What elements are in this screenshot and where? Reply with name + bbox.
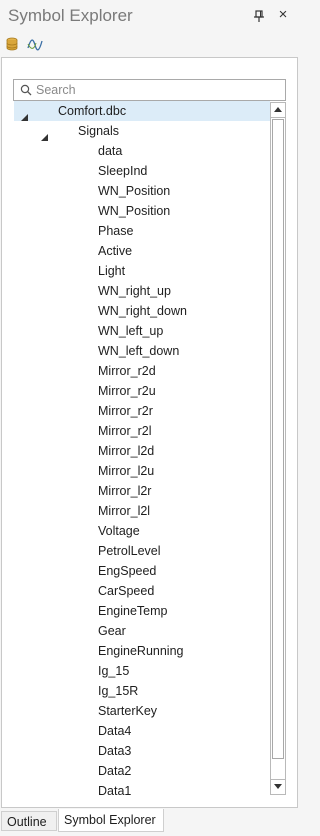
signal-label: Ig_15R — [98, 684, 139, 698]
signal-label: Ig_15 — [98, 664, 130, 678]
tree-node-signal[interactable]: EngSpeed — [14, 561, 270, 581]
tree-node-signal[interactable]: Mirror_r2l — [14, 421, 270, 441]
tree-node-signal[interactable]: WN_Position — [14, 201, 270, 221]
signal-label: WN_left_up — [98, 324, 164, 338]
signal-label: Phase — [98, 224, 134, 238]
signal-label: Mirror_l2d — [98, 444, 155, 458]
tree-node-signal[interactable]: Mirror_r2d — [14, 361, 270, 381]
signal-label: WN_Position — [98, 184, 171, 198]
tree-node-signal[interactable]: WN_Position — [14, 181, 270, 201]
tree-node-root[interactable]: Comfort.dbc — [14, 101, 270, 121]
signal-label: Mirror_r2r — [98, 404, 153, 418]
search-icon — [20, 84, 32, 96]
signal-label: Data3 — [98, 744, 132, 758]
bottom-tab-bar: Outline Symbol Explorer — [0, 809, 300, 836]
tree-node-signal[interactable]: WN_left_up — [14, 321, 270, 341]
signal-label: EngineRunning — [98, 644, 184, 658]
tree-node-signals[interactable]: Signals — [14, 121, 270, 141]
tree-node-signal[interactable]: Phase — [14, 221, 270, 241]
signal-label: EngineTemp — [98, 604, 168, 618]
scroll-down-icon[interactable] — [271, 779, 285, 794]
search-box[interactable] — [13, 79, 286, 101]
tree-node-label: Signals — [78, 124, 119, 138]
signal-label: PetrolLevel — [98, 544, 161, 558]
search-input[interactable] — [36, 81, 281, 99]
signal-label: Gear — [98, 624, 126, 638]
tree-node-signal[interactable]: Data1 — [14, 781, 270, 796]
tree-node-signal[interactable]: Ig_15R — [14, 681, 270, 701]
tree-node-signal[interactable]: Voltage — [14, 521, 270, 541]
tree-node-signal[interactable]: WN_left_down — [14, 341, 270, 361]
signal-label: Data4 — [98, 724, 132, 738]
tree-node-signal[interactable]: CarSpeed — [14, 581, 270, 601]
tree-node-signal[interactable]: WN_right_up — [14, 281, 270, 301]
signal-label: Mirror_l2r — [98, 484, 152, 498]
tree-node-signal[interactable]: Light — [14, 261, 270, 281]
signal-label: Data1 — [98, 784, 132, 796]
tree-node-signal[interactable]: Mirror_l2d — [14, 441, 270, 461]
signal-label: Mirror_r2l — [98, 424, 152, 438]
signal-label: StarterKey — [98, 704, 158, 718]
toolbar — [0, 33, 300, 57]
signal-label: CarSpeed — [98, 584, 155, 598]
tree-node-signal[interactable]: Mirror_r2u — [14, 381, 270, 401]
tree-node-signal[interactable]: Mirror_r2r — [14, 401, 270, 421]
signal-label: data — [98, 144, 123, 158]
symbol-tree: Comfort.dbc Signals data SleepInd WN_Posit… — [14, 101, 270, 796]
tree-node-signal[interactable]: Ig_15 — [14, 661, 270, 681]
tree-node-signal[interactable]: Data4 — [14, 721, 270, 741]
tree-node-label: Comfort.dbc — [58, 104, 127, 118]
tree-node-signal[interactable]: PetrolLevel — [14, 541, 270, 561]
tree-node-signal[interactable]: Mirror_l2l — [14, 501, 270, 521]
tree-node-signal[interactable]: EngineRunning — [14, 641, 270, 661]
tree-node-signal[interactable]: StarterKey — [14, 701, 270, 721]
signal-label: Mirror_r2u — [98, 384, 156, 398]
tab-outline[interactable]: Outline — [1, 811, 57, 831]
signal-label: WN_right_up — [98, 284, 171, 298]
signal-label: Mirror_l2u — [98, 464, 155, 478]
signal-label: WN_right_down — [98, 304, 187, 318]
tree-node-signal[interactable]: WN_right_down — [14, 301, 270, 321]
tree-node-signal[interactable]: Mirror_l2u — [14, 461, 270, 481]
signal-label: Light — [98, 264, 126, 278]
database-icon[interactable] — [4, 36, 22, 54]
signal-label: EngSpeed — [98, 564, 157, 578]
signal-label: WN_Position — [98, 204, 171, 218]
tree-node-signal[interactable]: EngineTemp — [14, 601, 270, 621]
pin-icon[interactable] — [252, 9, 266, 23]
signal-label: Data2 — [98, 764, 132, 778]
signal-label: Active — [98, 244, 133, 258]
tree-node-signal[interactable]: Active — [14, 241, 270, 261]
tree-node-signal[interactable]: Mirror_l2r — [14, 481, 270, 501]
signal-label: WN_left_down — [98, 344, 180, 358]
signal-wave-icon[interactable] — [26, 36, 44, 54]
signal-label: Voltage — [98, 524, 140, 538]
tree-node-signal[interactable]: data — [14, 141, 270, 161]
vertical-scrollbar[interactable] — [270, 102, 286, 795]
scrollbar-thumb[interactable] — [272, 119, 284, 759]
tree-node-signal[interactable]: SleepInd — [14, 161, 270, 181]
signal-label: SleepInd — [98, 164, 148, 178]
tab-symbol-explorer[interactable]: Symbol Explorer — [58, 809, 164, 832]
scroll-up-icon[interactable] — [271, 103, 285, 118]
panel-title: Symbol Explorer — [8, 6, 133, 25]
signal-label: Mirror_l2l — [98, 504, 151, 518]
tree-node-signal[interactable]: Data2 — [14, 761, 270, 781]
signal-label: Mirror_r2d — [98, 364, 156, 378]
close-icon[interactable]: × — [276, 7, 290, 23]
tree-node-signal[interactable]: Gear — [14, 621, 270, 641]
panel-titlebar: Symbol Explorer × — [0, 0, 300, 32]
tree-node-signal[interactable]: Data3 — [14, 741, 270, 761]
